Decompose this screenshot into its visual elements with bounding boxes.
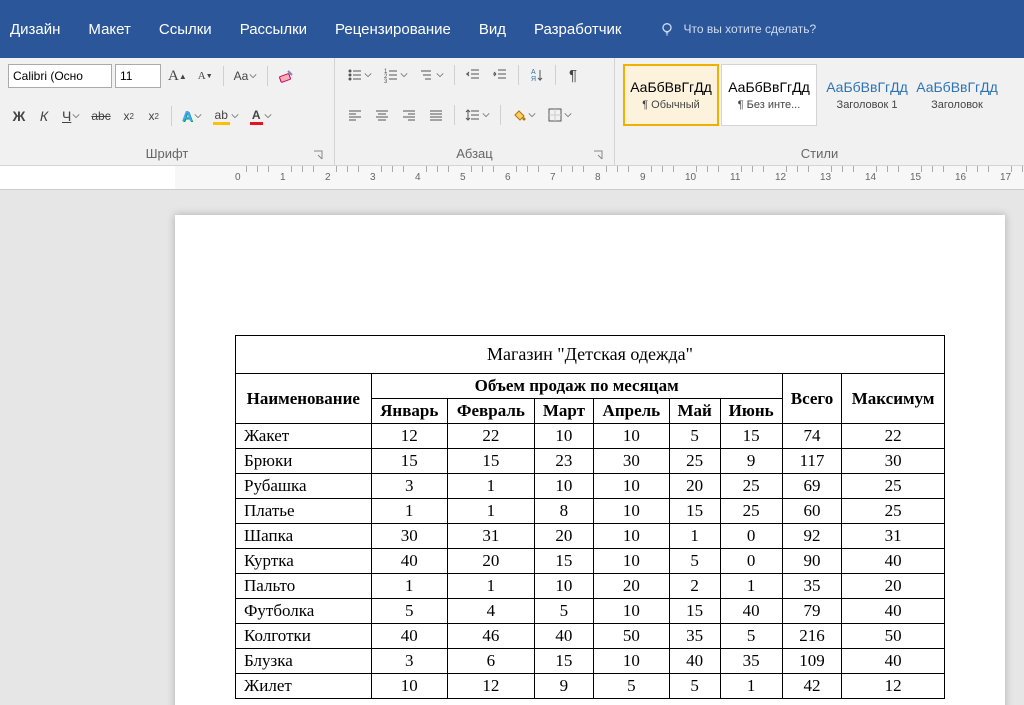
- style-normal[interactable]: АаБбВвГгДд ¶ Обычный: [623, 64, 719, 126]
- tab-design[interactable]: Дизайн: [10, 21, 60, 38]
- col-month: Февраль: [447, 399, 534, 424]
- indent-icon: [492, 67, 508, 83]
- underline-button[interactable]: Ч: [58, 105, 84, 127]
- numbering-icon: 123: [383, 67, 399, 83]
- line-spacing-button[interactable]: [461, 104, 494, 126]
- justify-icon: [428, 107, 444, 123]
- font-color-button[interactable]: A: [246, 105, 276, 127]
- group-label-font: Шрифт: [8, 144, 326, 163]
- table-row[interactable]: Жакет122210105157422: [236, 424, 945, 449]
- shrink-font-button[interactable]: A▼: [194, 65, 217, 87]
- table-row[interactable]: Рубашка31101020256925: [236, 474, 945, 499]
- style-no-spacing[interactable]: АаБбВвГгДд ¶ Без инте...: [721, 64, 817, 126]
- table-row[interactable]: Жилет101295514212: [236, 674, 945, 699]
- tab-references[interactable]: Ссылки: [159, 21, 212, 38]
- tell-me-box[interactable]: Что вы хотите сделать?: [659, 21, 816, 37]
- lightbulb-icon: [659, 21, 675, 37]
- sort-icon: АЯ: [529, 67, 545, 83]
- table-row[interactable]: Колготки4046405035521650: [236, 624, 945, 649]
- font-size-combo[interactable]: [115, 64, 161, 88]
- col-month: Июнь: [720, 399, 782, 424]
- text-effects-button[interactable]: A: [178, 105, 206, 127]
- svg-text:А: А: [531, 69, 536, 76]
- group-font: A▲ A▼ Aa Ж К Ч abc x2 x2 A ab A Шрифт: [0, 58, 335, 165]
- multilevel-icon: [419, 67, 435, 83]
- document-area: Магазин "Детская одежда" Наименование Об…: [0, 190, 1024, 705]
- clear-format-button[interactable]: [274, 65, 300, 87]
- table-row[interactable]: Брюки1515233025911730: [236, 449, 945, 474]
- eraser-icon: [278, 67, 296, 85]
- tab-mailings[interactable]: Рассылки: [240, 21, 307, 38]
- data-table[interactable]: Магазин "Детская одежда" Наименование Об…: [235, 335, 945, 699]
- group-paragraph: 123 АЯ ¶ Абзац: [335, 58, 615, 165]
- style-gallery[interactable]: АаБбВвГгДд ¶ Обычный АаБбВвГгДд ¶ Без ин…: [623, 64, 1016, 126]
- align-left-button[interactable]: [343, 104, 367, 126]
- font-name-combo[interactable]: [8, 64, 112, 88]
- table-row[interactable]: Футболка5451015407940: [236, 599, 945, 624]
- align-right-icon: [401, 107, 417, 123]
- strike-button[interactable]: abc: [87, 105, 114, 127]
- subscript-button[interactable]: x2: [118, 105, 140, 127]
- tab-view[interactable]: Вид: [479, 21, 506, 38]
- dialog-launcher-icon[interactable]: [592, 149, 604, 161]
- col-month: Май: [669, 399, 720, 424]
- menu-bar: Дизайн Макет Ссылки Рассылки Рецензирова…: [0, 0, 1024, 58]
- page[interactable]: Магазин "Детская одежда" Наименование Об…: [175, 215, 1005, 705]
- dialog-launcher-icon[interactable]: [312, 149, 324, 161]
- col-name: Наименование: [236, 374, 372, 424]
- italic-button[interactable]: К: [33, 105, 55, 127]
- col-month: Январь: [371, 399, 447, 424]
- decrease-indent-button[interactable]: [461, 64, 485, 86]
- align-center-button[interactable]: [370, 104, 394, 126]
- table-row[interactable]: Блузка361510403510940: [236, 649, 945, 674]
- col-total: Всего: [782, 374, 841, 424]
- style-heading2[interactable]: АаБбВвГгДд Заголовок: [917, 64, 997, 126]
- col-month: Март: [534, 399, 593, 424]
- tab-review[interactable]: Рецензирование: [335, 21, 451, 38]
- group-label-styles: Стили: [623, 144, 1016, 163]
- svg-text:Я: Я: [531, 76, 536, 83]
- change-case-button[interactable]: Aa: [230, 65, 262, 87]
- col-max: Максимум: [842, 374, 945, 424]
- col-month: Апрель: [593, 399, 669, 424]
- align-right-button[interactable]: [397, 104, 421, 126]
- table-title: Магазин "Детская одежда": [236, 336, 945, 374]
- col-volume: Объем продаж по месяцам: [371, 374, 782, 399]
- table-row[interactable]: Шапка30312010109231: [236, 524, 945, 549]
- bullets-icon: [347, 67, 363, 83]
- show-marks-button[interactable]: ¶: [562, 64, 584, 86]
- tab-layout[interactable]: Макет: [88, 21, 130, 38]
- svg-text:3: 3: [384, 79, 388, 83]
- ruler-area: 0123456789101112131415161718: [0, 166, 1024, 190]
- grow-font-button[interactable]: A▲: [164, 65, 191, 87]
- table-row[interactable]: Платье1181015256025: [236, 499, 945, 524]
- group-styles: АаБбВвГгДд ¶ Обычный АаБбВвГгДд ¶ Без ин…: [615, 58, 1024, 165]
- sort-button[interactable]: АЯ: [525, 64, 549, 86]
- bucket-icon: [511, 107, 527, 123]
- increase-indent-button[interactable]: [488, 64, 512, 86]
- horizontal-ruler[interactable]: 0123456789101112131415161718: [175, 166, 1024, 190]
- multilevel-button[interactable]: [415, 64, 448, 86]
- superscript-button[interactable]: x2: [143, 105, 165, 127]
- align-center-icon: [374, 107, 390, 123]
- borders-icon: [547, 107, 563, 123]
- numbering-button[interactable]: 123: [379, 64, 412, 86]
- tab-developer[interactable]: Разработчик: [534, 21, 621, 38]
- highlight-button[interactable]: ab: [209, 105, 243, 127]
- table-row[interactable]: Куртка40201510509040: [236, 549, 945, 574]
- justify-button[interactable]: [424, 104, 448, 126]
- table-row[interactable]: Пальто111020213520: [236, 574, 945, 599]
- borders-button[interactable]: [543, 104, 576, 126]
- align-left-icon: [347, 107, 363, 123]
- shading-button[interactable]: [507, 104, 540, 126]
- ribbon: A▲ A▼ Aa Ж К Ч abc x2 x2 A ab A Шрифт: [0, 58, 1024, 166]
- line-spacing-icon: [465, 107, 481, 123]
- group-label-paragraph: Абзац: [343, 144, 606, 163]
- outdent-icon: [465, 67, 481, 83]
- bullets-button[interactable]: [343, 64, 376, 86]
- bold-button[interactable]: Ж: [8, 105, 30, 127]
- style-heading1[interactable]: АаБбВвГгДд Заголовок 1: [819, 64, 915, 126]
